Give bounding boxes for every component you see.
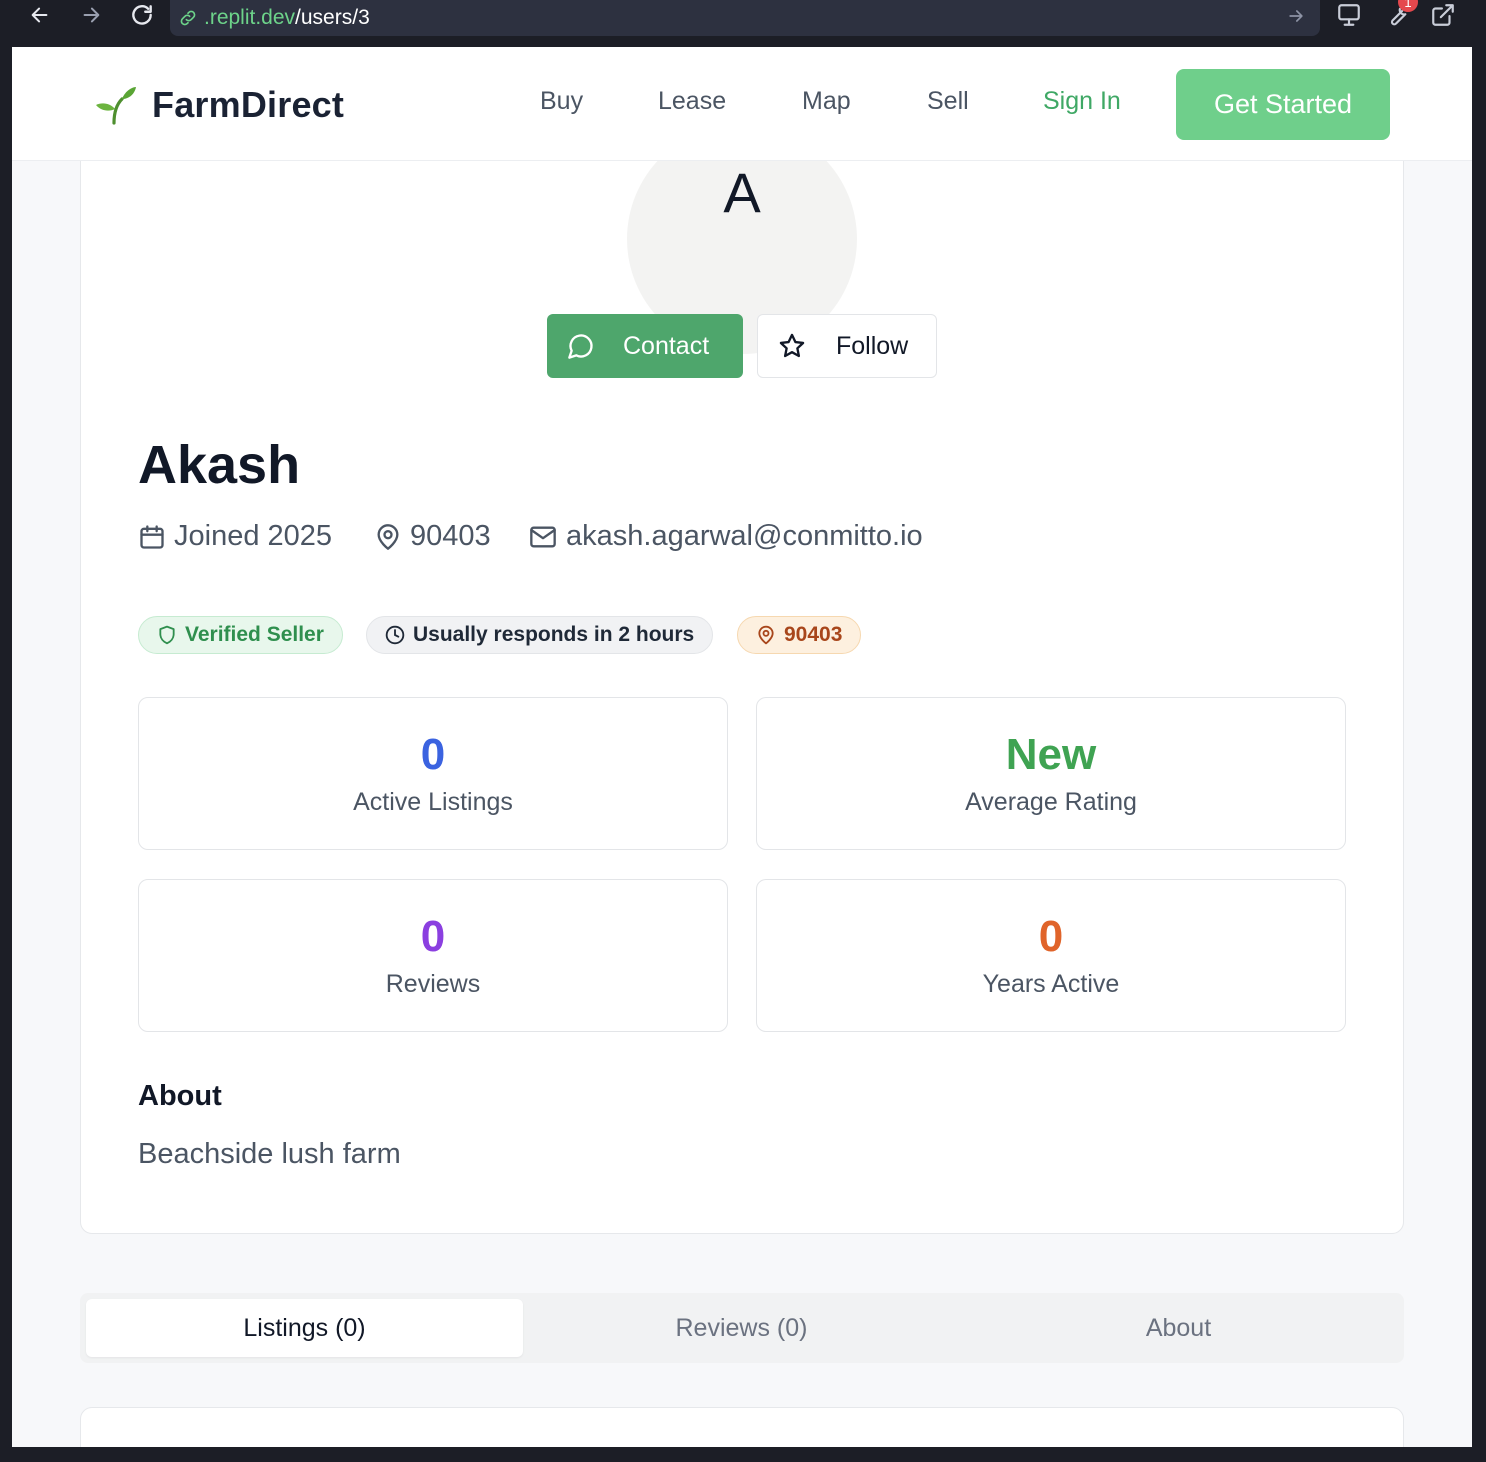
nav-buy[interactable]: Buy <box>540 87 583 116</box>
follow-label: Follow <box>836 331 909 360</box>
profile-name: Akash <box>138 435 301 495</box>
stat-years-active: 0 Years Active <box>756 879 1346 1032</box>
contact-label: Contact <box>623 331 710 360</box>
url-host: .replit.dev <box>204 6 296 29</box>
stat-active-listings: 0 Active Listings <box>138 697 728 850</box>
stat-label: Years Active <box>982 970 1120 998</box>
stat-value: 0 <box>1038 912 1064 961</box>
avatar-initial: A <box>723 161 761 224</box>
nav-map[interactable]: Map <box>802 87 851 116</box>
tab-reviews[interactable]: Reviews (0) <box>523 1299 960 1357</box>
forward-arrow-icon[interactable] <box>73 0 109 30</box>
stat-average-rating: New Average Rating <box>756 697 1346 850</box>
zip-text: 90403 <box>410 520 491 552</box>
star-icon <box>778 332 806 360</box>
mail-icon <box>528 523 558 551</box>
back-arrow-icon[interactable] <box>22 0 58 30</box>
response-time-label: Usually responds in 2 hours <box>413 623 695 646</box>
sign-in-link[interactable]: Sign In <box>1043 87 1121 116</box>
profile-tabs: Listings (0) Reviews (0) About <box>80 1293 1404 1363</box>
profile-card: A Contact Follow Akash Joined 2025 90403… <box>80 124 1404 1234</box>
url-path: /users/3 <box>295 6 370 29</box>
stat-label: Reviews <box>385 970 481 998</box>
verified-seller-badge: Verified Seller <box>138 616 343 654</box>
email-meta: akash.agarwal@conmitto.io <box>528 520 923 553</box>
browser-chrome: .replit.dev/users/3 1 <box>0 0 1486 47</box>
nav-sell[interactable]: Sell <box>927 87 969 116</box>
tab-about[interactable]: About <box>960 1299 1397 1357</box>
calendar-icon <box>138 523 166 551</box>
site-header: FarmDirect Buy Lease Map Sell Sign In Ge… <box>12 47 1472 161</box>
location-meta: 90403 <box>374 520 491 553</box>
get-started-button[interactable]: Get Started <box>1176 69 1390 140</box>
map-pin-icon <box>756 625 776 645</box>
stat-value: 0 <box>420 912 446 961</box>
shield-icon <box>157 625 177 645</box>
stat-label: Active Listings <box>353 788 513 816</box>
follow-button[interactable]: Follow <box>757 314 937 378</box>
go-arrow-icon[interactable] <box>1286 6 1306 32</box>
verified-seller-label: Verified Seller <box>185 623 324 646</box>
external-link-icon[interactable] <box>1426 0 1460 30</box>
url-bar[interactable]: .replit.dev/users/3 <box>170 0 1320 36</box>
joined-meta: Joined 2025 <box>138 520 332 553</box>
stat-value: 0 <box>420 730 446 779</box>
stat-value: New <box>1005 730 1097 779</box>
monitor-icon[interactable] <box>1332 0 1366 30</box>
page-viewport: A Contact Follow Akash Joined 2025 90403… <box>12 47 1472 1447</box>
email-text: akash.agarwal@conmitto.io <box>566 520 923 552</box>
tab-listings[interactable]: Listings (0) <box>86 1299 523 1357</box>
contact-button[interactable]: Contact <box>547 314 743 378</box>
response-time-badge: Usually responds in 2 hours <box>366 616 714 654</box>
joined-text: Joined 2025 <box>174 520 333 552</box>
stat-reviews: 0 Reviews <box>138 879 728 1032</box>
brand-name: FarmDirect <box>152 84 345 125</box>
about-text: Beachside lush farm <box>138 1138 401 1170</box>
stat-label: Average Rating <box>965 788 1137 816</box>
nav-lease[interactable]: Lease <box>658 87 726 116</box>
sprout-icon <box>92 83 138 127</box>
zip-badge-label: 90403 <box>784 623 843 646</box>
listings-panel <box>80 1407 1404 1447</box>
reload-icon[interactable] <box>124 0 160 30</box>
clock-icon <box>385 625 405 645</box>
map-pin-icon <box>374 523 402 551</box>
zip-badge: 90403 <box>737 616 862 654</box>
brand-logo[interactable]: FarmDirect <box>92 83 344 127</box>
message-circle-icon <box>567 332 595 360</box>
about-heading: About <box>138 1080 222 1112</box>
link-icon <box>178 8 198 28</box>
